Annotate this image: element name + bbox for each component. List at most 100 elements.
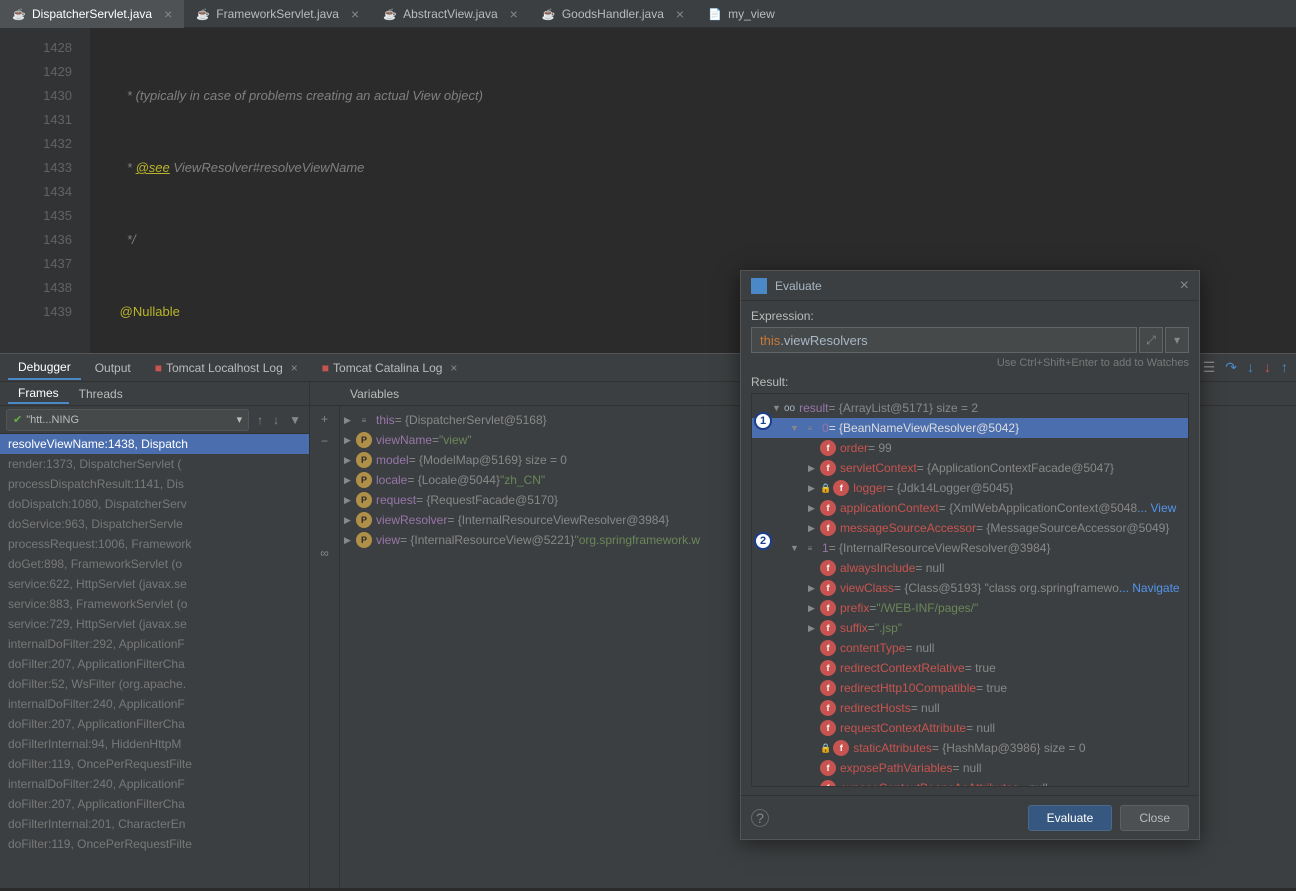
result-row[interactable]: forder = 99 (752, 438, 1188, 458)
stack-frame[interactable]: doService:963, DispatcherServle (0, 514, 309, 534)
result-row[interactable]: ▶fapplicationContext = {XmlWebApplicatio… (752, 498, 1188, 518)
step-over-icon[interactable]: ↷ (1225, 359, 1237, 376)
result-row[interactable]: fexposePathVariables = null (752, 758, 1188, 778)
result-row[interactable]: fredirectHosts = null (752, 698, 1188, 718)
result-row[interactable]: ▶🔒flogger = {Jdk14Logger@5045} (752, 478, 1188, 498)
expand-arrow-icon[interactable]: ▶ (808, 463, 820, 474)
result-row[interactable]: fredirectContextRelative = true (752, 658, 1188, 678)
expression-input[interactable]: this.viewResolvers (751, 327, 1137, 353)
step-into-icon[interactable]: ↓ (1247, 359, 1254, 376)
force-step-into-icon[interactable]: ↓ (1264, 359, 1271, 376)
stack-frame[interactable]: doFilter:207, ApplicationFilterCha (0, 654, 309, 674)
close-icon[interactable]: × (676, 6, 684, 22)
result-row[interactable]: fexposeContextBeansAsAttributes = null (752, 778, 1188, 787)
stack-frame[interactable]: resolveViewName:1438, Dispatch (0, 434, 309, 454)
result-row[interactable]: ▶fsuffix = ".jsp" (752, 618, 1188, 638)
expand-arrow-icon[interactable]: ▶ (808, 503, 820, 514)
expand-arrow-icon[interactable]: ▶ (344, 455, 356, 466)
frames-list[interactable]: resolveViewName:1438, Dispatchrender:137… (0, 434, 309, 888)
result-tree[interactable]: 12▼ooresult = {ArrayList@5171} size = 2▼… (751, 393, 1189, 787)
history-dropdown-icon[interactable]: ▾ (1165, 327, 1189, 353)
stack-frame[interactable]: doFilterInternal:94, HiddenHttpM (0, 734, 309, 754)
result-row[interactable]: falwaysInclude = null (752, 558, 1188, 578)
result-row[interactable]: fcontentType = null (752, 638, 1188, 658)
result-row[interactable]: ▶fprefix = "/WEB-INF/pages/" (752, 598, 1188, 618)
expand-arrow-icon[interactable]: ▶ (344, 535, 356, 546)
expand-arrow-icon[interactable]: ▼ (772, 403, 784, 413)
expand-arrow-icon[interactable]: ▶ (344, 415, 356, 426)
next-frame-icon[interactable]: ↓ (271, 413, 281, 427)
expand-arrow-icon[interactable]: ▶ (808, 623, 820, 634)
expand-arrow-icon[interactable]: ▼ (790, 423, 802, 433)
expand-arrow-icon[interactable]: ▶ (808, 603, 820, 614)
stack-frame[interactable]: internalDoFilter:240, ApplicationF (0, 774, 309, 794)
link-icon[interactable]: ∞ (320, 546, 329, 560)
result-row[interactable]: ▶fmessageSourceAccessor = {MessageSource… (752, 518, 1188, 538)
chevron-down-icon: ▾ (237, 413, 243, 426)
help-icon[interactable]: ? (751, 809, 769, 827)
tab-threads[interactable]: Threads (69, 385, 133, 403)
stack-frame[interactable]: processRequest:1006, Framework (0, 534, 309, 554)
result-row[interactable]: 🔒fstaticAttributes = {HashMap@3986} size… (752, 738, 1188, 758)
prev-frame-icon[interactable]: ↑ (255, 413, 265, 427)
layout-icon[interactable]: ☰ (1203, 359, 1216, 376)
tab-tomcat-localhost-log[interactable]: ■Tomcat Localhost Log× (145, 357, 308, 379)
evaluate-button[interactable]: Evaluate (1028, 805, 1113, 831)
stack-frame[interactable]: processDispatchResult:1141, Dis (0, 474, 309, 494)
result-row[interactable]: fredirectHttp10Compatible = true (752, 678, 1188, 698)
stack-frame[interactable]: doFilter:207, ApplicationFilterCha (0, 714, 309, 734)
expand-arrow-icon[interactable]: ▶ (808, 583, 820, 594)
stack-frame[interactable]: render:1373, DispatcherServlet ( (0, 454, 309, 474)
close-icon[interactable]: × (291, 361, 298, 375)
result-row[interactable]: ▼≡0 = {BeanNameViewResolver@5042} (752, 418, 1188, 438)
tab-debugger[interactable]: Debugger (8, 356, 81, 380)
stack-frame[interactable]: doDispatch:1080, DispatcherServ (0, 494, 309, 514)
expand-icon[interactable]: ⤢ (1139, 327, 1163, 353)
close-icon[interactable]: × (164, 6, 172, 22)
result-row[interactable]: ▶fservletContext = {ApplicationContextFa… (752, 458, 1188, 478)
editor-tab[interactable]: GoodsHandler.java× (530, 0, 696, 28)
tab-frames[interactable]: Frames (8, 384, 69, 404)
close-icon[interactable]: × (1180, 277, 1189, 295)
stack-frame[interactable]: doFilterInternal:201, CharacterEn (0, 814, 309, 834)
result-row[interactable]: ▼≡1 = {InternalResourceViewResolver@3984… (752, 538, 1188, 558)
java-file-icon (196, 7, 210, 21)
expand-arrow-icon[interactable]: ▶ (808, 483, 820, 494)
stack-frame[interactable]: doFilter:119, OncePerRequestFilte (0, 834, 309, 854)
expand-arrow-icon[interactable]: ▶ (344, 475, 356, 486)
stack-frame[interactable]: internalDoFilter:292, ApplicationF (0, 634, 309, 654)
close-icon[interactable]: × (510, 6, 518, 22)
expand-arrow-icon[interactable]: ▶ (344, 515, 356, 526)
stack-frame[interactable]: doFilter:52, WsFilter (org.apache. (0, 674, 309, 694)
close-icon[interactable]: × (351, 6, 359, 22)
dialog-title: Evaluate (775, 279, 822, 293)
expand-arrow-icon[interactable]: ▶ (344, 495, 356, 506)
result-row[interactable]: frequestContextAttribute = null (752, 718, 1188, 738)
editor-tab[interactable]: FrameworkServlet.java× (184, 0, 371, 28)
filter-icon[interactable]: ▼ (287, 413, 303, 427)
result-row[interactable]: ▶fviewClass = {Class@5193} "class org.sp… (752, 578, 1188, 598)
editor-tab[interactable]: DispatcherServlet.java× (0, 0, 184, 28)
step-out-icon[interactable]: ↑ (1281, 359, 1288, 376)
close-icon[interactable]: × (450, 361, 457, 375)
expand-arrow-icon[interactable]: ▶ (344, 435, 356, 446)
result-row[interactable]: ▼ooresult = {ArrayList@5171} size = 2 (752, 398, 1188, 418)
stack-frame[interactable]: doFilter:119, OncePerRequestFilte (0, 754, 309, 774)
stack-frame[interactable]: doFilter:207, ApplicationFilterCha (0, 794, 309, 814)
add-watch-icon[interactable]: + (321, 412, 328, 426)
stack-frame[interactable]: doGet:898, FrameworkServlet (o (0, 554, 309, 574)
remove-watch-icon[interactable]: − (321, 434, 328, 448)
tab-tomcat-catalina-log[interactable]: ■Tomcat Catalina Log× (312, 357, 468, 379)
close-button[interactable]: Close (1120, 805, 1189, 831)
tab-output[interactable]: Output (85, 357, 141, 379)
stack-frame[interactable]: service:883, FrameworkServlet (o (0, 594, 309, 614)
evaluate-header[interactable]: Evaluate × (741, 271, 1199, 301)
stack-frame[interactable]: internalDoFilter:240, ApplicationF (0, 694, 309, 714)
editor-tab[interactable]: my_view (696, 0, 787, 28)
thread-selector[interactable]: ✔ "htt...NING ▾ (6, 409, 249, 431)
expand-arrow-icon[interactable]: ▶ (808, 523, 820, 534)
editor-tab[interactable]: AbstractView.java× (371, 0, 530, 28)
stack-frame[interactable]: service:622, HttpServlet (javax.se (0, 574, 309, 594)
expand-arrow-icon[interactable]: ▼ (790, 543, 802, 553)
stack-frame[interactable]: service:729, HttpServlet (javax.se (0, 614, 309, 634)
